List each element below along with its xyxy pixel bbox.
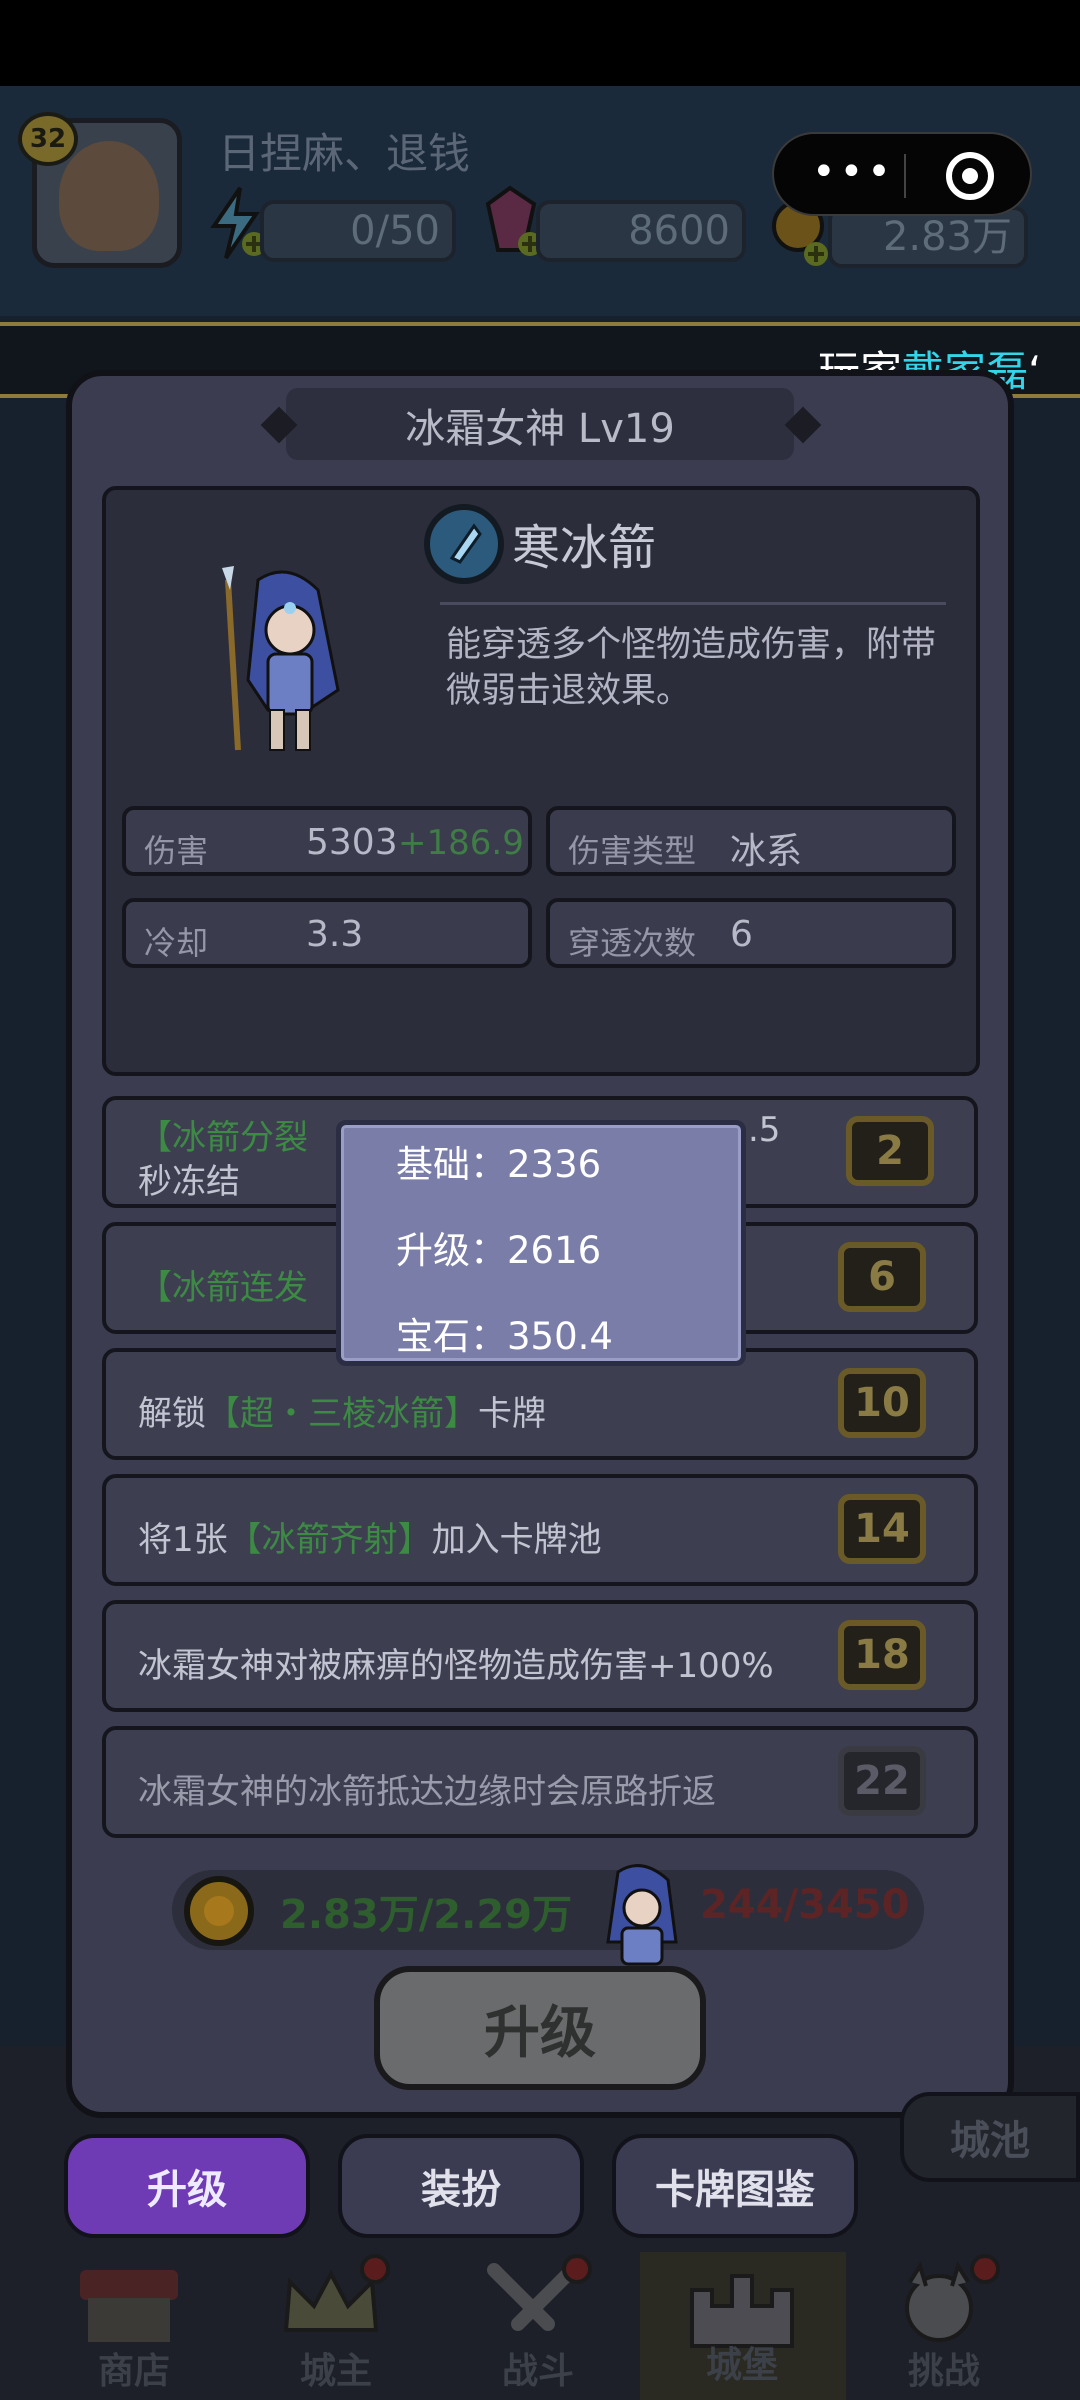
player-name: 日捏麻、退钱 <box>218 129 471 178</box>
shop-icon <box>80 2270 178 2342</box>
nav-label: 战斗 <box>501 2351 574 2392</box>
stat-damage: 伤害 5303 +186.9 <box>122 806 532 876</box>
base-damage: 基础：2336 <box>396 1143 602 1186</box>
nav-label: 商店 <box>97 2351 170 2392</box>
gem-damage: 宝石：350.4 <box>396 1315 613 1358</box>
energy-counter: 0/50 <box>260 200 456 262</box>
capsule-divider <box>904 154 906 198</box>
notification-dot <box>970 2254 1000 2284</box>
gold-coin-icon <box>184 1876 254 1946</box>
stat-cooldown: 冷却 3.3 <box>122 898 532 968</box>
upgrade-button[interactable]: 升级 <box>374 1966 706 2090</box>
unlock-text-line2: 秒冻结 <box>138 1162 240 1202</box>
stat-damage-type: 伤害类型 冰系 <box>546 806 956 876</box>
close-target-icon[interactable] <box>946 152 994 200</box>
unlock-level-badge: 18 <box>838 1620 926 1690</box>
avatar-face <box>59 141 159 251</box>
skill-name: 寒冰箭 <box>512 520 657 576</box>
tab-upgrade[interactable]: 升级 <box>64 2134 310 2238</box>
stat-value: 冰系 <box>730 831 803 872</box>
nav-label: 城堡 <box>705 2345 778 2386</box>
gem-counter: 8600 <box>536 200 746 262</box>
nav-label: 挑战 <box>907 2351 980 2392</box>
unlock-level-badge: 2 <box>846 1116 934 1186</box>
notification-dot <box>360 2254 390 2284</box>
unlock-level-badge: 10 <box>838 1368 926 1438</box>
stat-value: 5303 <box>306 822 398 863</box>
unlock-level-badge: 22 <box>838 1746 926 1816</box>
tab-city-pool[interactable]: 城池 <box>900 2092 1080 2182</box>
status-bar <box>0 0 1080 86</box>
nav-label: 城主 <box>299 2351 372 2392</box>
unlock-level-badge: 14 <box>838 1494 926 1564</box>
more-menu-icon[interactable]: ••• <box>812 152 895 192</box>
player-level-badge: 32 <box>18 112 78 166</box>
unlock-row: 冰霜女神对被麻痹的怪物造成伤害+100% 18 <box>102 1600 978 1712</box>
stat-label: 伤害类型 <box>568 832 697 870</box>
skill-divider <box>440 602 946 605</box>
stat-label: 伤害 <box>144 832 209 870</box>
unlock-text: 冰霜女神的冰箭抵达边缘时会原路折返 <box>138 1772 716 1812</box>
unlock-level-badge: 6 <box>838 1242 926 1312</box>
gold-cost: 2.83万/2.29万 <box>280 1892 572 1938</box>
stat-value: 6 <box>730 914 753 955</box>
stat-label: 冷却 <box>144 924 209 962</box>
unlock-row: 冰霜女神的冰箭抵达边缘时会原路折返 22 <box>102 1726 978 1838</box>
unlock-text: 将1张【冰箭齐射】加入卡牌池 <box>138 1520 602 1560</box>
gem-icon[interactable] <box>480 184 542 258</box>
unlock-text: 【冰箭连发 <box>138 1268 308 1308</box>
notification-dot <box>562 2254 592 2284</box>
ice-goddess-portrait <box>222 566 340 751</box>
unlock-text: 冰霜女神对被麻痹的怪物造成伤害+100% <box>138 1646 774 1686</box>
unlock-text: 【冰箭分裂 <box>138 1118 308 1158</box>
hero-title: 冰霜女神 Lv19 <box>405 406 675 452</box>
stat-label: 穿透次数 <box>568 924 697 962</box>
miniprogram-capsule: ••• <box>772 132 1032 216</box>
skill-description: 能穿透多个怪物造成伤害，附带微弱击退效果。 <box>446 625 937 711</box>
stat-value: 3.3 <box>306 914 364 955</box>
ice-arrow-skill-icon <box>424 504 504 584</box>
stat-pierce: 穿透次数 6 <box>546 898 956 968</box>
unlock-text-tail: .5 <box>748 1110 781 1150</box>
unlock-row: 将1张【冰箭齐射】加入卡牌池 14 <box>102 1474 978 1586</box>
tab-outfit[interactable]: 装扮 <box>338 2134 584 2238</box>
unlock-text: 解锁【超・三棱冰箭】卡牌 <box>138 1394 546 1434</box>
hero-shard-icon <box>606 1864 678 1966</box>
shard-cost: 244/3450 <box>700 1882 910 1928</box>
upgrade-damage: 升级：2616 <box>396 1229 602 1272</box>
stat-bonus: +186.9 <box>398 823 524 863</box>
energy-icon[interactable] <box>206 186 268 260</box>
tab-card-collection[interactable]: 卡牌图鉴 <box>612 2134 858 2238</box>
